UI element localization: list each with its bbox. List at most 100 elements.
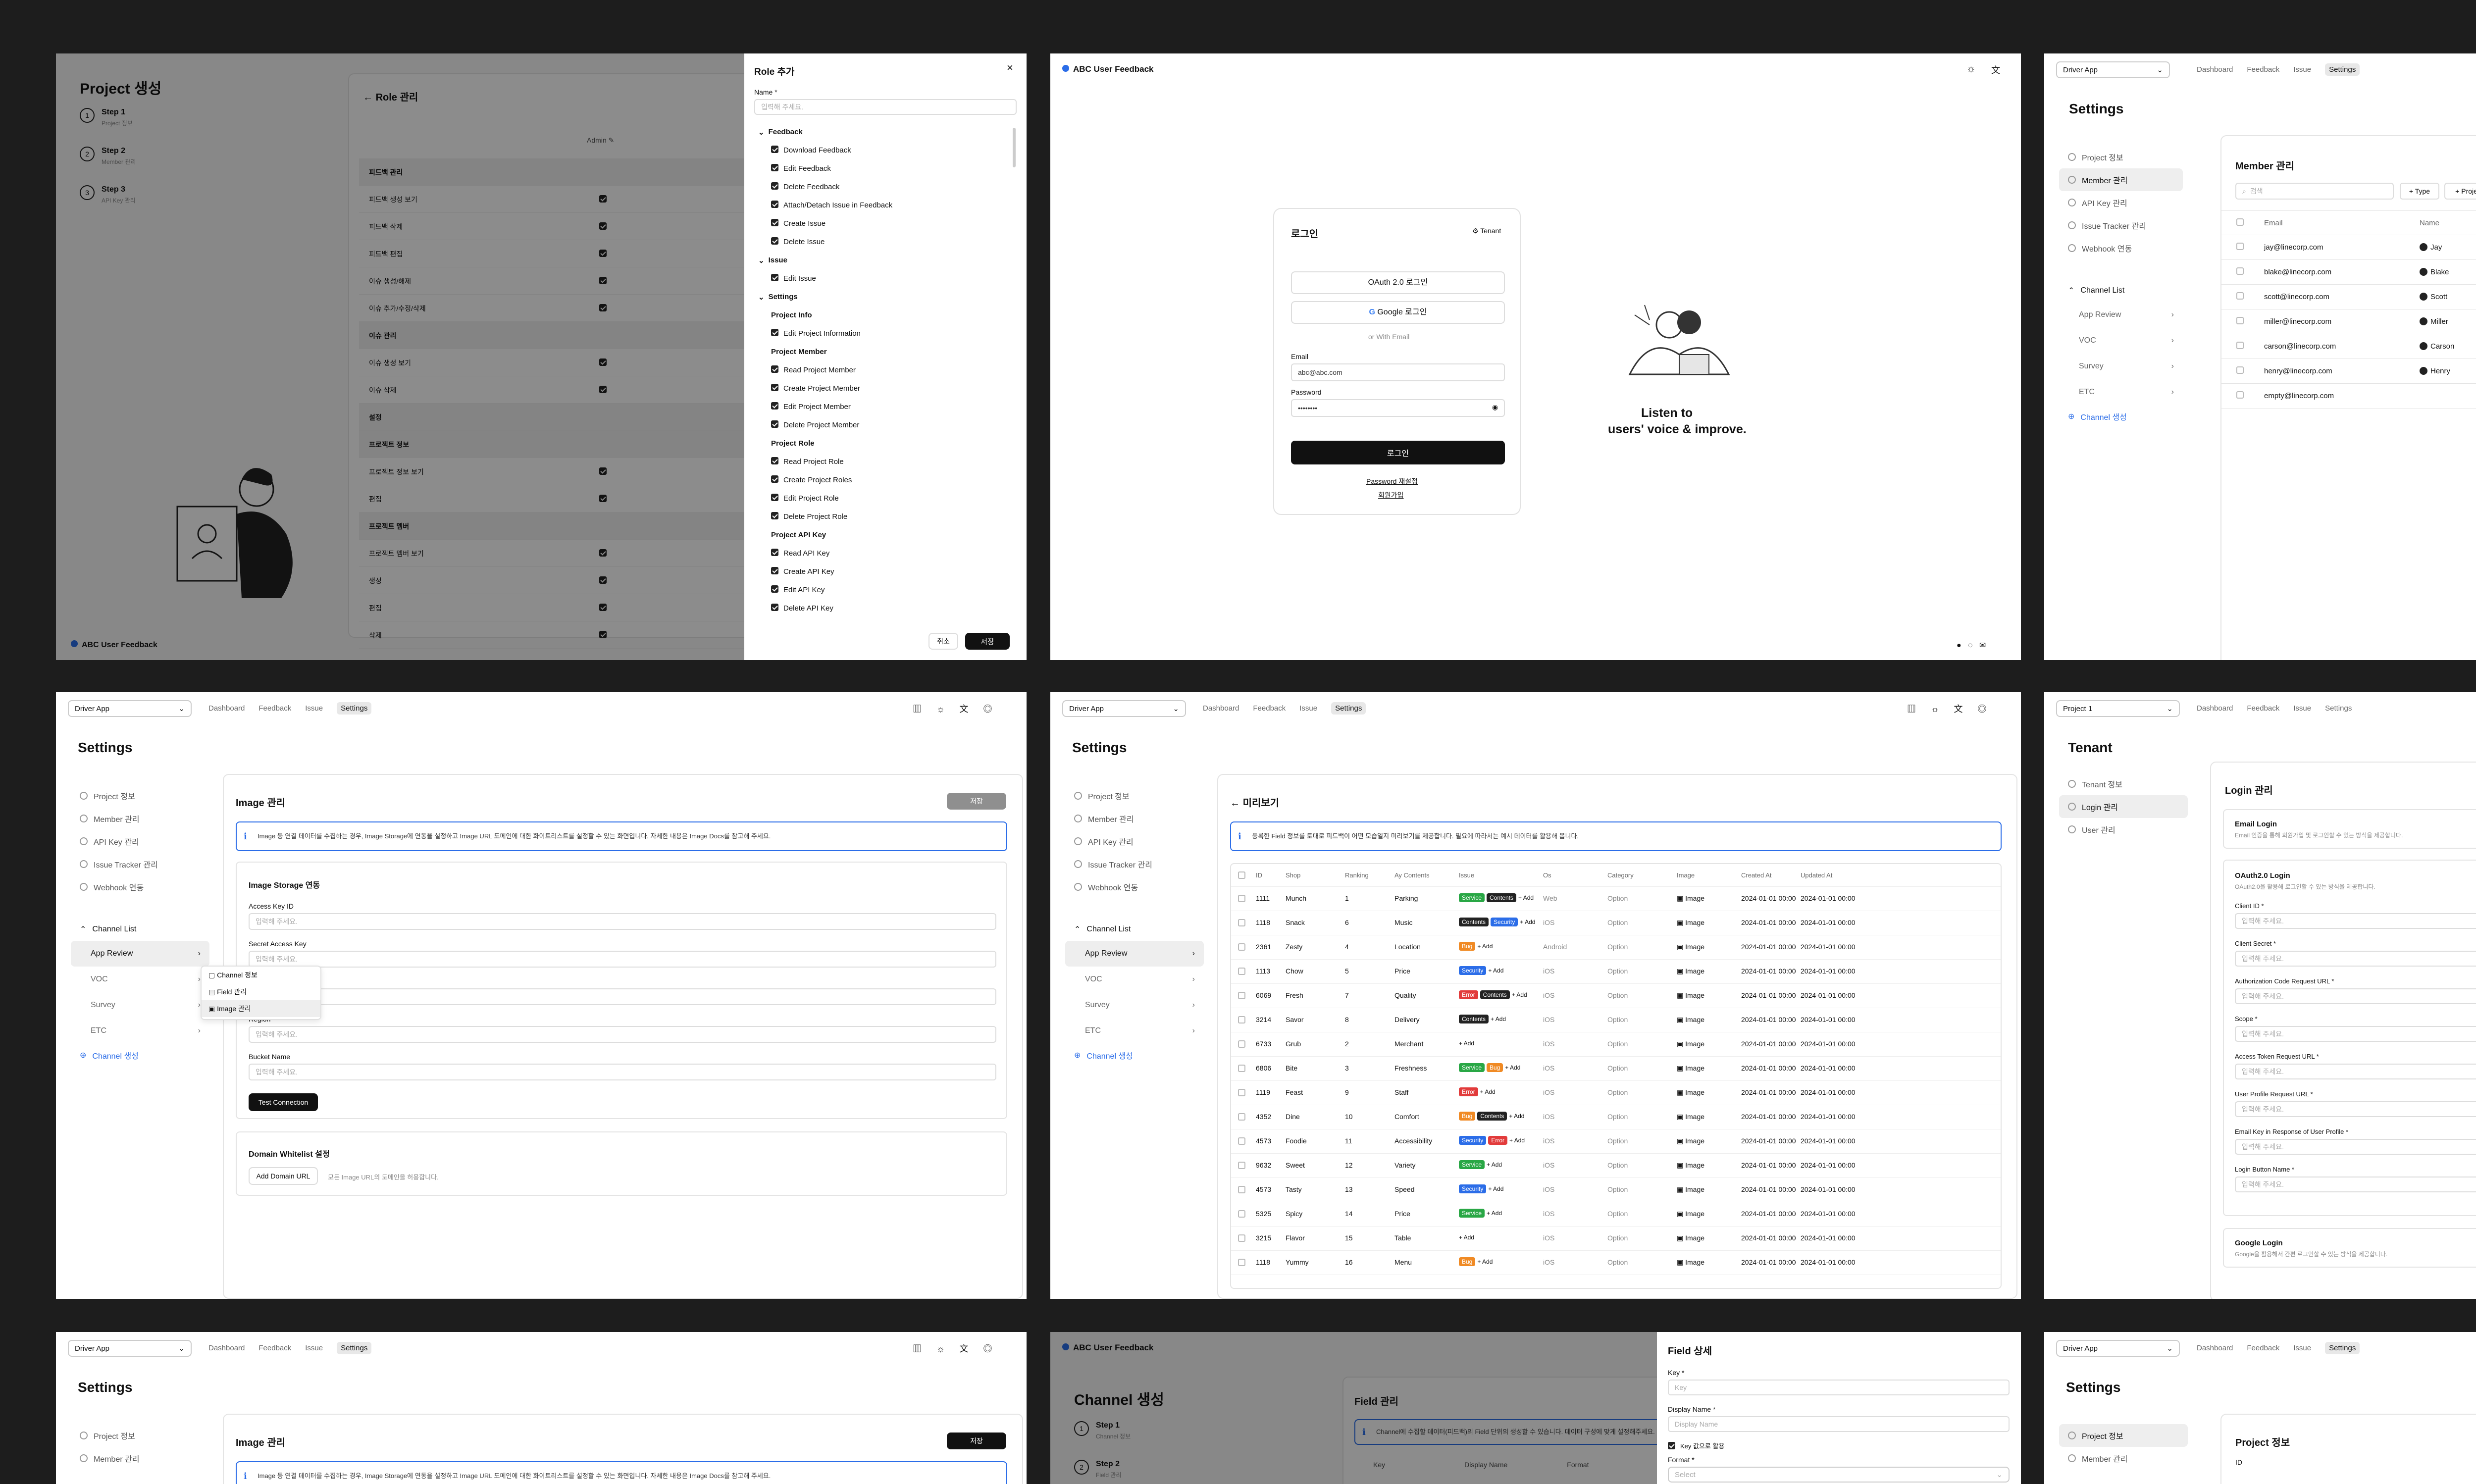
permission-item[interactable]: Edit Project Role — [744, 489, 1012, 508]
field-input[interactable]: 입력해 주세요. — [2235, 1064, 2476, 1079]
row-checkbox[interactable] — [1238, 943, 1245, 951]
sidebar-item-apikey[interactable]: API Key 관리 — [71, 830, 209, 853]
theme-icon[interactable]: ☼ — [936, 704, 960, 714]
table-row[interactable]: 6733 Grub 2 Merchant + Add iOS Option ▣ Image 20… — [1231, 1032, 2001, 1057]
cell-image[interactable]: ▣ Image — [1677, 894, 1704, 903]
channel-item[interactable]: Survey › — [1065, 992, 1204, 1018]
project-select[interactable]: Driver App ⌄ — [68, 1340, 192, 1357]
google-button[interactable]: G Google 로그인 — [1291, 301, 1505, 324]
table-row[interactable]: 4573 Tasty 13 Speed Security + Add iOS Option ▣ … — [1231, 1178, 2001, 1202]
channel-item[interactable]: VOC › — [2059, 328, 2183, 354]
field-input[interactable]: 입력해 주세요. — [2235, 951, 2476, 967]
permission-item[interactable]: Create Project Roles — [744, 471, 1012, 489]
table-row[interactable]: 3215 Flavor 15 Table + Add iOS Option ▣ Image 20… — [1231, 1227, 2001, 1251]
sidebar-item-issue-tracker[interactable]: Issue Tracker 관리 — [71, 853, 209, 875]
channel-item[interactable]: ETC › — [71, 1018, 209, 1044]
cell-image[interactable]: ▣ Image — [1677, 919, 1704, 927]
permission-checkbox[interactable] — [599, 195, 607, 203]
permission-item[interactable]: Edit Feedback — [744, 159, 1012, 178]
row-checkbox[interactable] — [1238, 1162, 1245, 1169]
close-icon[interactable]: × — [1007, 61, 1013, 74]
permission-checkbox[interactable] — [599, 250, 607, 257]
add-issue-button[interactable]: + Add — [1477, 943, 1493, 950]
permission-item[interactable]: Create Issue — [744, 214, 1012, 233]
table-row[interactable]: jay@linecorp.com Jay — [2221, 235, 2476, 260]
channel-item[interactable]: VOC › — [1065, 967, 1204, 992]
signup-link[interactable]: 회원가입 — [1378, 490, 1404, 500]
scrollbar[interactable] — [1013, 128, 1016, 167]
tab-settings[interactable]: Settings — [2325, 63, 2360, 76]
cell-image[interactable]: ▣ Image — [1677, 967, 1704, 975]
chart-icon[interactable]: ▥ — [1907, 704, 1931, 714]
tab-settings[interactable]: Settings — [337, 1342, 372, 1354]
cell-image[interactable]: ▣ Image — [1677, 1161, 1704, 1170]
cell-image[interactable]: ▣ Image — [1677, 1210, 1704, 1218]
add-issue-button[interactable]: + Add — [1459, 1040, 1474, 1047]
sidebar-item-project[interactable]: Project 정보 — [2059, 146, 2183, 168]
permission-checkbox[interactable] — [599, 576, 607, 584]
row-checkbox[interactable] — [1238, 1234, 1245, 1242]
tab-dashboard[interactable]: Dashboard — [208, 704, 245, 713]
format-select[interactable]: Select ⌄ — [1668, 1467, 2010, 1483]
table-row[interactable]: carson@linecorp.com Carson — [2221, 334, 2476, 359]
profile-icon[interactable]: ◎ — [983, 1344, 1007, 1354]
row-checkbox[interactable] — [1238, 1137, 1245, 1145]
search-input[interactable]: ⌕ 검색 — [2235, 183, 2394, 200]
channel-create-link[interactable]: ⊕ Channel 생성 — [1065, 1044, 1204, 1067]
profile-icon[interactable]: ◎ — [983, 704, 1007, 714]
tab-issue[interactable]: Issue — [2293, 704, 2311, 713]
language-icon[interactable]: 文 — [960, 704, 983, 714]
select-all-checkbox[interactable] — [1238, 871, 1245, 879]
table-row[interactable]: 1119 Feast 9 Staff Error + Add iOS Option ▣ Imag… — [1231, 1081, 2001, 1105]
sidebar-item-webhook[interactable]: Webhook 연동 — [71, 875, 209, 898]
row-checkbox[interactable] — [2236, 317, 2244, 324]
permission-item[interactable]: Edit Project Member — [744, 398, 1012, 416]
row-checkbox[interactable] — [1238, 1210, 1245, 1218]
permission-item[interactable]: Edit Issue — [744, 269, 1012, 288]
table-row[interactable]: henry@linecorp.com Henry — [2221, 359, 2476, 384]
channel-list-toggle[interactable]: ⌃ Channel List — [1065, 918, 1204, 941]
key-checkbox[interactable]: Key 값으로 활용 — [1668, 1441, 1724, 1450]
add-issue-button[interactable]: + Add — [1459, 1234, 1474, 1241]
channel-item[interactable]: VOC › — [71, 967, 209, 992]
cell-image[interactable]: ▣ Image — [1677, 991, 1704, 1000]
back-link[interactable]: ← Role 관리 — [363, 89, 418, 103]
cell-image[interactable]: ▣ Image — [1677, 1064, 1704, 1073]
theme-icon[interactable]: ☼ — [1931, 704, 1954, 714]
sidebar-item-webhook[interactable]: Webhook 연동 — [1065, 875, 1204, 898]
profile-icon[interactable]: ◎ — [1978, 704, 2002, 714]
sidebar-item-project[interactable]: Project 정보 — [71, 784, 209, 807]
menu-item-field[interactable]: ▤ Field 관리 — [202, 983, 320, 1000]
sidebar-item-member[interactable]: Member 관리 — [71, 807, 209, 830]
table-row[interactable]: 2361 Zesty 4 Location Bug + Add Android Option ▣… — [1231, 935, 2001, 960]
sidebar-item-apikey[interactable]: API Key 관리 — [1065, 830, 1204, 853]
row-checkbox[interactable] — [1238, 1113, 1245, 1121]
sidebar-item-issue-tracker[interactable]: Issue Tracker 관리 — [1065, 853, 1204, 875]
tab-feedback[interactable]: Feedback — [258, 1344, 291, 1352]
row-checkbox[interactable] — [2236, 391, 2244, 399]
sidebar-item-user[interactable]: User 관리 — [2059, 818, 2188, 841]
row-checkbox[interactable] — [1238, 992, 1245, 999]
permission-item[interactable]: Delete Project Member — [744, 416, 1012, 434]
table-row[interactable]: 3214 Savor 8 Delivery Contents + Add iOS Option… — [1231, 1008, 2001, 1032]
row-checkbox[interactable] — [2236, 366, 2244, 374]
permission-item[interactable]: Download Feedback — [744, 141, 1012, 159]
permission-item[interactable]: Read Project Member — [744, 361, 1012, 379]
cell-image[interactable]: ▣ Image — [1677, 1185, 1704, 1194]
channel-item[interactable]: ETC › — [1065, 1018, 1204, 1044]
language-icon[interactable]: 文 — [960, 1344, 983, 1354]
permission-checkbox[interactable] — [599, 467, 607, 475]
add-issue-button[interactable]: + Add — [1512, 991, 1527, 998]
row-checkbox[interactable] — [1238, 1186, 1245, 1193]
permission-item[interactable]: Delete Feedback — [744, 178, 1012, 196]
channel-item[interactable]: App Review › — [1065, 941, 1204, 967]
project-select[interactable]: Driver App ⌄ — [1062, 700, 1186, 717]
tab-settings[interactable]: Settings — [1331, 702, 1366, 715]
cancel-button[interactable]: 취소 — [928, 633, 958, 650]
permission-item[interactable]: Read Project Role — [744, 453, 1012, 471]
key-input[interactable]: Key — [1668, 1380, 2010, 1395]
permission-checkbox[interactable] — [599, 549, 607, 557]
oauth-button[interactable]: OAuth 2.0 로그인 — [1291, 271, 1505, 294]
add-issue-button[interactable]: + Add — [1487, 1161, 1502, 1168]
sidebar-item-webhook[interactable]: Webhook 연동 — [2059, 237, 2183, 259]
